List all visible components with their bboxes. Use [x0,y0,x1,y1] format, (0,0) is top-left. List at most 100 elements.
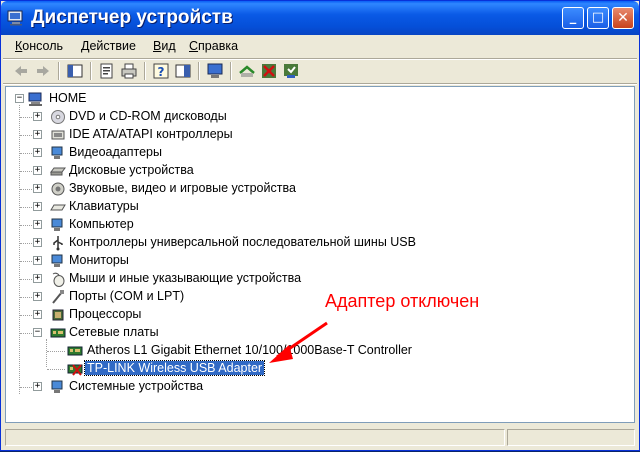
expand-toggle[interactable]: + [33,202,42,211]
tree-item-label: Звуковые, видео и игровые устройства [69,181,296,195]
menu-console[interactable]: Консоль [15,39,63,53]
tree-item-monitors[interactable]: + Мониторы [6,252,606,270]
menu-view[interactable]: Вид [153,39,176,53]
tree-item-ports[interactable]: + Порты (COM и LPT) [6,288,606,306]
expand-toggle[interactable]: + [33,382,42,391]
expand-toggle[interactable]: + [33,310,42,319]
display-adapter-icon [51,146,63,159]
device-manager-window: Диспетчер устройств _ □ ✕ Консоль Действ… [0,0,640,451]
expand-toggle[interactable]: + [33,166,42,175]
tree-line [20,225,34,227]
tree-item-video[interactable]: + Видеоадаптеры [6,144,606,162]
device-manager-icon [7,10,23,26]
tree-line [20,333,34,335]
collapse-toggle[interactable]: − [15,94,24,103]
help-icon[interactable]: ? [151,61,171,81]
tree-line [20,153,34,155]
menu-view-label: Вид [153,39,176,53]
expand-toggle[interactable]: + [33,256,42,265]
title-bar[interactable]: Диспетчер устройств _ □ ✕ [1,1,639,35]
expand-toggle[interactable]: + [33,238,42,247]
update-driver-icon[interactable] [237,61,257,81]
monitor-icon [51,254,63,267]
tree-item-label: Контроллеры универсальной последовательн… [69,235,416,249]
usb-icon [53,236,63,251]
tree-line [20,279,34,281]
menu-console-label: Консоль [15,39,64,53]
expand-toggle[interactable]: + [33,274,42,283]
port-icon [52,290,64,304]
expand-toggle[interactable]: + [33,292,42,301]
toolbar-separator-line [3,83,637,85]
tree-item-atheros[interactable]: Atheros L1 Gigabit Ethernet 10/100/1000B… [6,342,606,360]
tree-item-mice[interactable]: + Мыши и иные указывающие устройства [6,270,606,288]
tree-item-tplink[interactable]: TP-LINK Wireless USB Adapter [6,360,606,378]
menu-action[interactable]: Действие [81,39,136,53]
tree-item-system[interactable]: + Системные устройства [6,378,606,396]
keyboard-icon [50,204,66,211]
toolbar-separator [58,62,60,80]
toolbar-separator [198,62,200,80]
status-bar [3,427,637,448]
tree-item-cdrom[interactable]: + DVD и CD-ROM дисководы [6,108,606,126]
device-tree[interactable]: − HOME + DVD и CD-ROM дисководы + IDE AT… [5,86,635,423]
tree-line [20,387,34,389]
computer-scan-icon[interactable] [205,61,225,81]
mouse-icon [52,272,65,287]
tree-item-label: Процессоры [69,307,142,321]
tree-item-keyboards[interactable]: + Клавиатуры [6,198,606,216]
computer-icon [51,218,63,231]
tree-line [20,207,34,209]
tree-item-network[interactable]: − Сетевые платы [6,324,606,342]
console-tree-icon[interactable] [65,61,85,81]
tree-item-label: Системные устройства [69,379,204,393]
processor-icon [52,309,64,321]
close-button[interactable]: ✕ [612,7,634,29]
back-arrow-icon[interactable] [11,61,31,81]
tree-line [20,171,34,173]
expand-toggle[interactable]: + [33,130,42,139]
print-icon[interactable] [119,61,139,81]
tree-item-label: Клавиатуры [69,199,139,213]
tree-line [20,243,34,245]
maximize-button[interactable]: □ [587,7,609,29]
expand-toggle[interactable]: + [33,184,42,193]
tree-root-home[interactable]: − HOME [6,90,306,108]
tree-item-computer[interactable]: + Компьютер [6,216,606,234]
tree-item-label-selected: TP-LINK Wireless USB Adapter [83,360,266,376]
network-adapter-disabled-icon [67,364,83,376]
status-cell [507,429,635,446]
tree-item-usb[interactable]: + Контроллеры универсальной последовател… [6,234,606,252]
collapse-toggle[interactable]: − [33,328,42,337]
tree-item-sound[interactable]: + Звуковые, видео и игровые устройства [6,180,606,198]
expand-toggle[interactable]: + [33,112,42,121]
annotation-text: Адаптер отключен [325,291,480,311]
disk-drive-icon [50,167,66,176]
toolbar-separator [230,62,232,80]
properties-icon[interactable] [97,61,117,81]
tree-item-label: Сетевые платы [69,325,159,339]
menu-help[interactable]: Справка [189,39,238,53]
tree-item-ide[interactable]: + IDE ATA/ATAPI контроллеры [6,126,606,144]
toolbar-separator [144,62,146,80]
tree-item-processors[interactable]: + Процессоры [6,306,606,324]
network-adapter-icon [67,346,83,356]
view-icon[interactable] [173,61,193,81]
expand-toggle[interactable]: + [33,148,42,157]
svg-text:?: ? [158,65,165,79]
window-title: Диспетчер устройств [31,7,233,28]
toolbar-separator [90,62,92,80]
expand-toggle[interactable]: + [33,220,42,229]
ide-controller-icon [51,130,65,140]
tree-item-disks[interactable]: + Дисковые устройства [6,162,606,180]
sound-icon [51,182,65,196]
tree-line [47,369,65,371]
tree-item-label: Atheros L1 Gigabit Ethernet 10/100/1000B… [87,343,412,357]
uninstall-icon[interactable] [281,61,301,81]
forward-arrow-icon[interactable] [33,61,53,81]
tree-item-label: Порты (COM и LPT) [69,289,185,303]
minimize-button[interactable]: _ [562,7,584,29]
tree-line [20,315,34,317]
tree-line [20,189,34,191]
disable-device-icon[interactable] [259,61,279,81]
